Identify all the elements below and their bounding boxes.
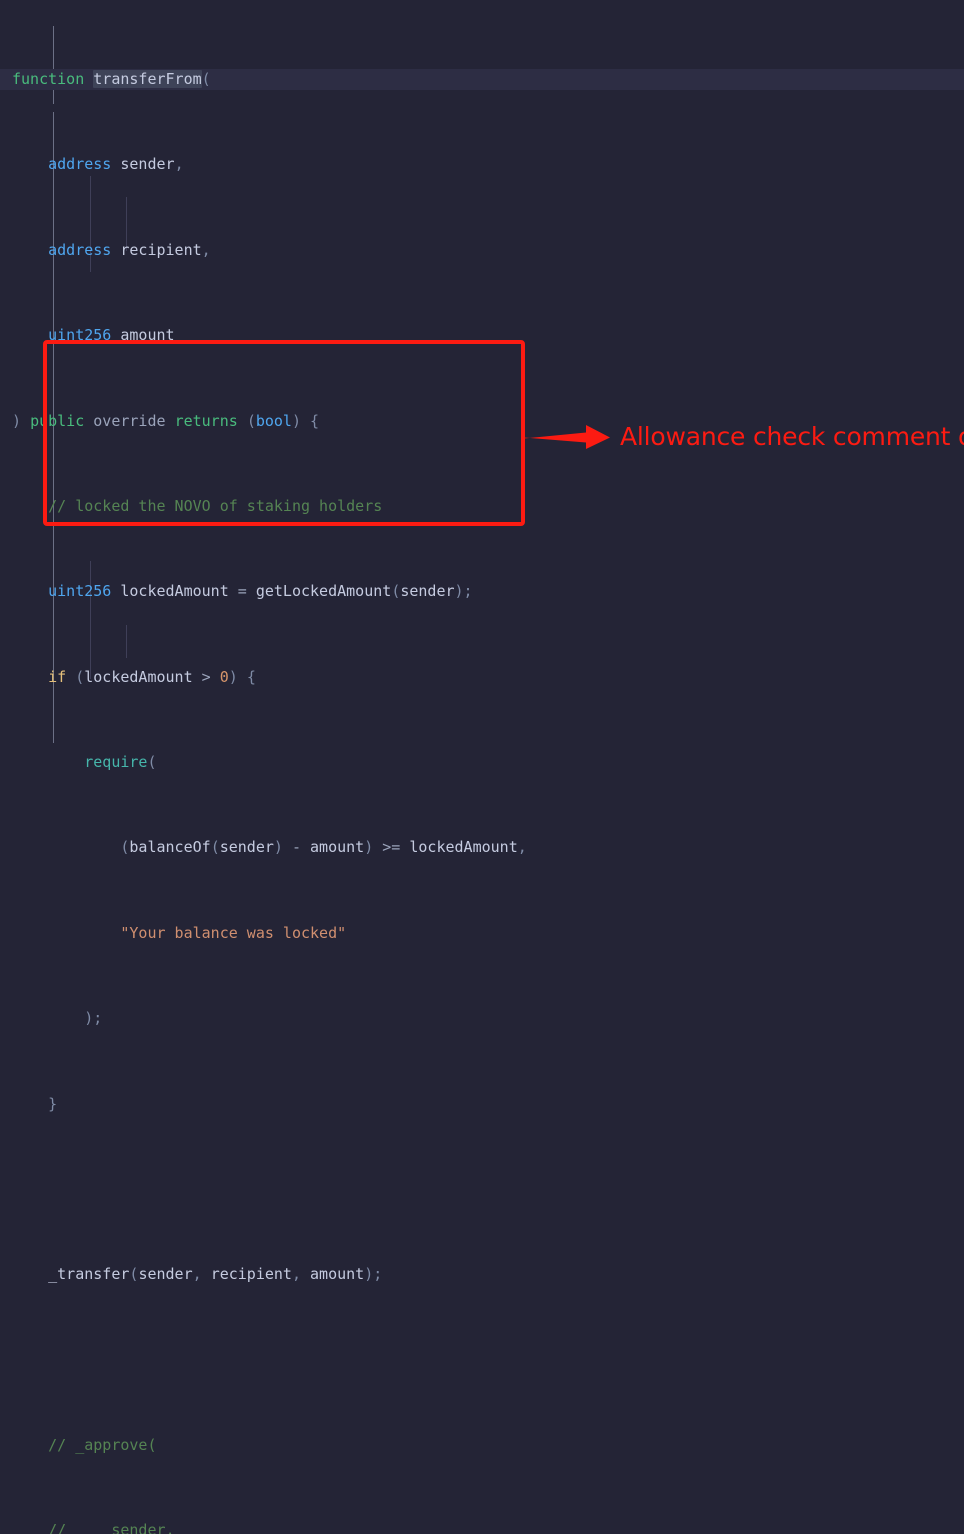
code-line[interactable] bbox=[0, 1350, 964, 1371]
code-editor[interactable]: function transferFrom( address sender, a… bbox=[0, 0, 964, 1534]
code-line[interactable]: uint256 lockedAmount = getLockedAmount(s… bbox=[0, 581, 964, 602]
code-line[interactable]: } bbox=[0, 1094, 964, 1115]
code-line[interactable]: "Your balance was locked" bbox=[0, 923, 964, 944]
code-line[interactable]: if (lockedAmount > 0) { bbox=[0, 667, 964, 688]
code-line[interactable]: ); bbox=[0, 1008, 964, 1029]
code-line[interactable]: // _approve( bbox=[0, 1435, 964, 1456]
code-line[interactable]: // sender, bbox=[0, 1520, 964, 1534]
code-line[interactable]: function transferFrom( bbox=[0, 69, 964, 91]
code-line[interactable]: // locked the NOVO of staking holders bbox=[0, 496, 964, 517]
code-line[interactable]: uint256 amount bbox=[0, 325, 964, 346]
code-content[interactable]: function transferFrom( address sender, a… bbox=[0, 0, 964, 1534]
code-line[interactable]: address recipient, bbox=[0, 240, 964, 261]
annotation-label: Allowance check comment out bbox=[620, 422, 964, 451]
code-line[interactable]: address sender, bbox=[0, 154, 964, 175]
code-line[interactable] bbox=[0, 1179, 964, 1200]
code-line[interactable]: _transfer(sender, recipient, amount); bbox=[0, 1264, 964, 1285]
code-line[interactable]: require( bbox=[0, 752, 964, 773]
code-line[interactable]: (balanceOf(sender) - amount) >= lockedAm… bbox=[0, 837, 964, 858]
